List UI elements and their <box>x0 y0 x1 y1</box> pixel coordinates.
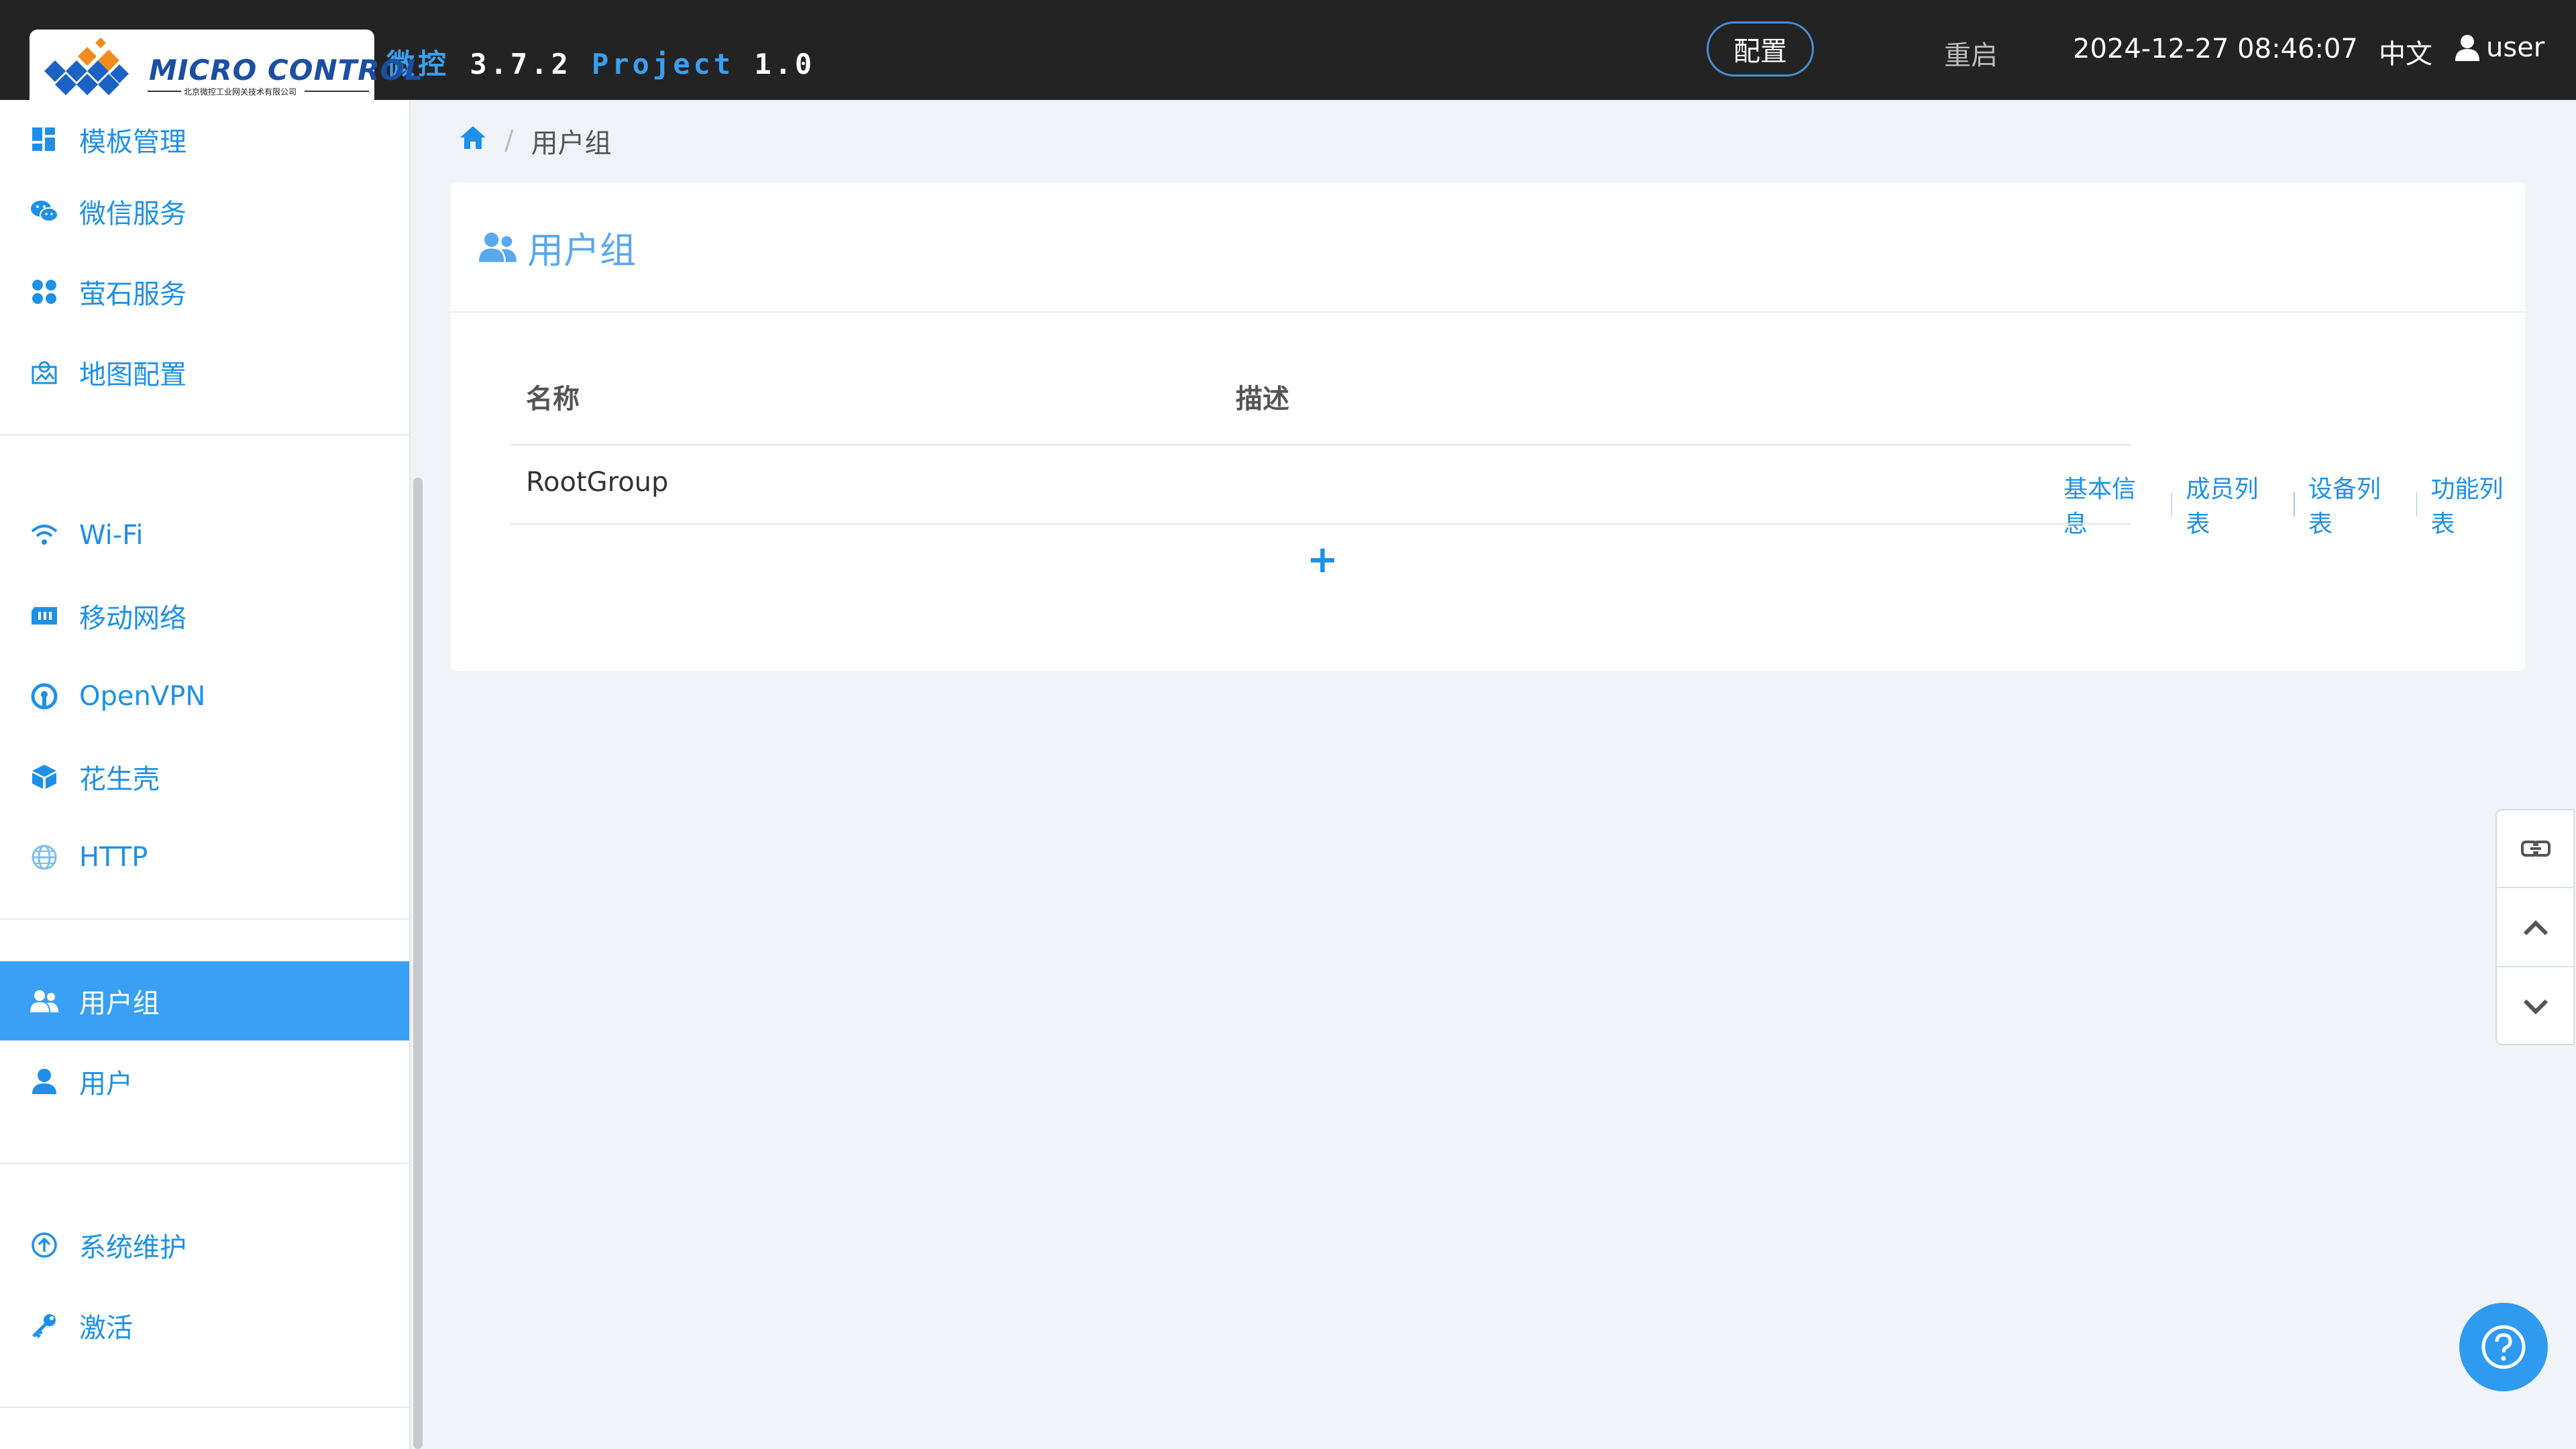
chevron-up-icon <box>2523 920 2548 936</box>
link-icon <box>2521 841 2551 857</box>
sidebar-item-activate[interactable]: 激活 <box>0 1286 409 1365</box>
sidebar-item-label: 微信服务 <box>79 199 186 229</box>
breadcrumb-current: 用户组 <box>531 128 612 159</box>
sidebar-item-label: 模板管理 <box>79 127 186 158</box>
sidebar-item-label: 萤石服务 <box>79 279 186 310</box>
upload-circle-icon <box>30 1230 59 1260</box>
sidebar-scrollbar[interactable] <box>413 478 423 1449</box>
sidebar-item-map[interactable]: 地图配置 <box>0 333 409 412</box>
help-button[interactable] <box>2459 1303 2548 1391</box>
action-separator <box>2294 492 2295 517</box>
version-label: 微控 3.7.2 Project 1.0 <box>386 48 816 80</box>
logo: MICRO CONTROL 北京微控工业网关技术有限公司 <box>30 30 423 103</box>
sidebar-item-system-maintenance[interactable]: 系统维护 <box>0 1205 409 1285</box>
sidebar-item-label: 地图配置 <box>79 360 186 390</box>
sidebar-item-user-groups[interactable]: 用户组 <box>0 961 409 1040</box>
logo-rule-left <box>148 91 181 92</box>
sidebar-item-label: 移动网络 <box>79 603 186 634</box>
users-icon <box>30 986 59 1016</box>
sidebar-item-openvpn[interactable]: OpenVPN <box>0 657 409 736</box>
sidebar-item-label: 用户 <box>79 1069 133 1099</box>
wechat-icon <box>30 197 59 226</box>
sidebar-item-label: HTTP <box>79 842 148 873</box>
sidebar-divider <box>0 434 409 435</box>
sidebar-item-label: 用户组 <box>79 988 160 1019</box>
group-name-cell: RootGroup <box>526 467 669 498</box>
wifi-icon <box>30 521 59 550</box>
sidebar-item-ezviz[interactable]: 萤石服务 <box>0 252 409 331</box>
logo-subtext: 北京微控工业网关技术有限公司 <box>184 87 297 97</box>
row-actions: 基本信息 成员列表 设备列表 功能列表 <box>2063 470 2525 539</box>
question-circle-icon <box>2481 1325 2526 1369</box>
username: user <box>2486 32 2545 63</box>
sidebar-item-http[interactable]: HTTP <box>0 818 409 897</box>
logo-text: MICRO CONTROL <box>149 54 424 87</box>
table-header-divider <box>510 444 2131 445</box>
sidebar-item-label: 花生壳 <box>79 764 160 795</box>
breadcrumb: / 用户组 <box>459 121 611 161</box>
language-switch[interactable]: 中文 <box>2379 32 2432 71</box>
sidebar-divider <box>0 1163 409 1164</box>
panel-title: 用户组 <box>479 221 636 274</box>
globe-icon <box>30 843 59 872</box>
table-row-divider <box>510 523 2131 525</box>
map-icon <box>30 358 59 387</box>
panel-header: 用户组 <box>451 182 2525 313</box>
user-icon <box>2455 35 2479 61</box>
sidebar-item-mobile-network[interactable]: 移动网络 <box>0 576 409 655</box>
basic-info-link[interactable]: 基本信息 <box>2063 470 2158 539</box>
dashboard-icon <box>30 125 59 154</box>
sidebar-item-label: 系统维护 <box>79 1232 186 1263</box>
scroll-top-button[interactable] <box>2497 890 2575 966</box>
column-header-name: 名称 <box>526 384 580 415</box>
sidebar-item-oray[interactable]: 花生壳 <box>0 737 409 816</box>
member-list-link[interactable]: 成员列表 <box>2186 470 2280 539</box>
logo-rule-right <box>305 91 369 92</box>
chevron-down-icon <box>2523 999 2548 1015</box>
panel-title-text: 用户组 <box>527 229 636 272</box>
action-separator <box>2416 492 2418 517</box>
add-group-button[interactable]: + <box>1307 538 1338 582</box>
sidebar-item-wechat[interactable]: 微信服务 <box>0 172 409 251</box>
sidebar-divider <box>0 918 409 920</box>
floating-toolbar <box>2496 809 2575 1045</box>
action-separator <box>2171 492 2173 517</box>
sidebar: 模板管理 微信服务 萤石服务 地图配置 Wi-Fi 移动网络 OpenVPN 花… <box>0 100 411 1449</box>
sidebar-item-template[interactable]: 模板管理 <box>0 100 409 179</box>
key-icon <box>30 1311 59 1340</box>
breadcrumb-separator: / <box>504 125 514 156</box>
function-list-link[interactable]: 功能列表 <box>2430 470 2525 539</box>
floating-toolbar-divider <box>2497 966 2575 967</box>
user-icon <box>30 1067 59 1096</box>
scroll-bottom-button[interactable] <box>2497 969 2575 1045</box>
users-icon <box>479 232 517 262</box>
datetime-display: 2024-12-27 08:46:07 <box>2073 34 2358 64</box>
sim-card-icon <box>30 601 59 631</box>
sidebar-item-users[interactable]: 用户 <box>0 1042 409 1121</box>
cube-icon <box>30 762 59 792</box>
user-group-panel: 用户组 名称 描述 RootGroup 基本信息 成员列表 设备列表 功能列表 … <box>451 182 2525 671</box>
sidebar-item-wifi[interactable]: Wi-Fi <box>0 496 409 575</box>
sidebar-item-label: 激活 <box>79 1313 133 1344</box>
user-menu[interactable]: user <box>2455 32 2544 63</box>
home-icon[interactable] <box>459 125 487 157</box>
column-header-description: 描述 <box>1236 384 1289 415</box>
restart-button[interactable]: 重启 <box>1944 34 1998 72</box>
sidebar-item-label: Wi-Fi <box>79 520 144 551</box>
link-button[interactable] <box>2497 810 2575 887</box>
sidebar-divider <box>0 1407 409 1408</box>
fan-icon <box>30 277 59 307</box>
device-list-link[interactable]: 设备列表 <box>2308 470 2403 539</box>
floating-toolbar-divider <box>2497 887 2575 888</box>
openvpn-icon <box>30 682 59 711</box>
sidebar-item-label: OpenVPN <box>79 681 206 712</box>
config-button[interactable]: 配置 <box>1707 21 1814 76</box>
